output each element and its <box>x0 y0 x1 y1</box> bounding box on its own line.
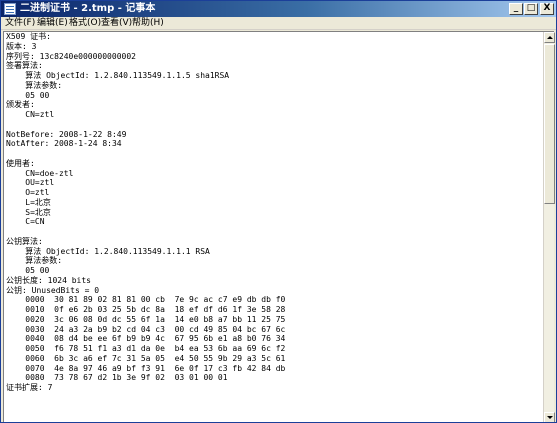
maximize-button[interactable]: □ <box>524 3 538 15</box>
menu-bar: 文件(F) 编辑(E) 格式(O) 查看(V) 帮助(H) <box>1 17 556 30</box>
notepad-window: 二进制证书 - 2.tmp - 记事本 _ □ X 文件(F) 编辑(E) 格式… <box>0 0 557 423</box>
text-line: 证书扩展: 7 <box>6 383 53 392</box>
text-editor[interactable]: X509 证书: 版本: 3 序列号: 13c8240e000000000002 签署… <box>4 32 542 422</box>
text-line: 算法 ObjectId: 1.2.840.113549.1.1.1 RSA <box>6 246 210 256</box>
text-line: 签署算法: <box>6 61 43 71</box>
document-text: X509 证书: 版本: 3 序列号: 13c8240e000000000002 签署… <box>6 32 285 393</box>
arrow-down-icon <box>547 416 553 419</box>
text-line: NotAfter: 2008-1-24 8:34 <box>6 139 122 149</box>
text-line: O=ztl <box>6 188 50 197</box>
menu-edit[interactable]: 编辑(E) <box>37 17 68 30</box>
menu-help[interactable]: 帮助(H) <box>132 17 164 30</box>
text-line: 算法 ObjectId: 1.2.840.113549.1.1.5 sha1RS… <box>6 71 230 80</box>
text-line: CN=doe-ztl <box>6 168 74 178</box>
text-line: CN=ztl <box>6 110 55 119</box>
text-line: 0060 6b 3c a6 ef 7c 31 5a 05 e4 50 55 9b… <box>6 353 286 363</box>
text-line: X509 证书: <box>6 32 51 41</box>
text-line: 05 00 <box>6 266 50 275</box>
text-line <box>6 227 285 237</box>
arrow-up-icon <box>547 36 553 39</box>
text-line: OU=ztl <box>6 178 55 188</box>
text-line: 公钥长度: 1024 bits <box>6 275 91 285</box>
scroll-down-button[interactable] <box>544 412 555 422</box>
title-bar[interactable]: 二进制证书 - 2.tmp - 记事本 _ □ X <box>1 1 556 17</box>
menu-view[interactable]: 查看(V) <box>101 17 132 30</box>
text-line: 0040 08 d4 be ee 6f b9 b9 4c 67 95 6b e1… <box>6 334 286 344</box>
text-line: NotBefore: 2008-1-22 8:49 <box>6 129 127 139</box>
text-line: 公钥: UnusedBits = 0 <box>6 285 100 295</box>
minimize-button[interactable]: _ <box>509 3 523 15</box>
client-area: X509 证书: 版本: 3 序列号: 13c8240e000000000002 签署… <box>3 31 555 422</box>
text-line: 版本: 3 <box>6 41 37 51</box>
text-line: 使用者: <box>6 158 35 168</box>
text-line: S=北京 <box>6 207 51 217</box>
text-line: 0030 24 a3 2a b9 b2 cd 04 c3 00 cd 49 85… <box>6 324 286 334</box>
text-line: 0080 73 78 67 d2 1b 3e 9f 02 03 01 00 01 <box>6 373 228 383</box>
text-line: 算法参数: <box>6 256 63 266</box>
notepad-icon[interactable] <box>4 3 16 15</box>
text-line: 0020 3c 06 08 0d dc 55 6f 1a 14 e0 b8 a7… <box>6 314 286 324</box>
text-line: 算法参数: <box>6 80 63 90</box>
text-line: 序列号: 13c8240e000000000002 <box>6 51 136 61</box>
text-line: 0070 4e 8a 97 46 a9 bf f3 91 6e 0f 17 c3… <box>6 363 286 373</box>
text-line: 0010 0f e6 2b 03 25 5b dc 8a 18 ef df d6… <box>6 305 286 314</box>
scroll-up-button[interactable] <box>544 32 555 43</box>
window-title: 二进制证书 - 2.tmp - 记事本 <box>20 3 156 14</box>
menu-format[interactable]: 格式(O) <box>69 17 101 30</box>
text-line <box>6 120 285 130</box>
close-button[interactable]: X <box>540 3 554 15</box>
text-line: 颁发者: <box>6 100 35 110</box>
scrollbar-thumb[interactable] <box>544 44 555 204</box>
text-line: 公钥算法: <box>6 236 43 246</box>
text-line: 05 00 <box>6 90 50 100</box>
text-line: 0000 30 81 89 02 81 81 00 cb 7e 9c ac c7… <box>6 295 286 305</box>
text-line: C=CN <box>6 217 45 227</box>
text-line: 0050 f6 78 51 f1 a3 d1 da 0e b4 ea 53 6b… <box>6 344 286 353</box>
vertical-scrollbar[interactable] <box>543 32 555 422</box>
text-line <box>6 149 285 159</box>
menu-file[interactable]: 文件(F) <box>5 17 35 30</box>
text-line: L=北京 <box>6 197 51 207</box>
